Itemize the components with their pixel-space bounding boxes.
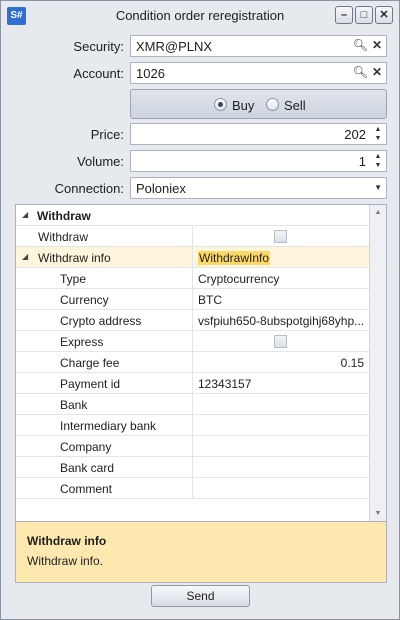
grid-divider: [192, 415, 193, 436]
property-label: Type: [60, 272, 87, 286]
property-value: BTC: [198, 293, 222, 307]
property-row-comment[interactable]: Comment: [16, 478, 370, 499]
property-row-bank[interactable]: Bank: [16, 394, 370, 415]
price-value: 202: [344, 127, 366, 142]
grid-divider: [192, 373, 193, 394]
chevron-up-icon[interactable]: ▲: [373, 125, 383, 134]
grid-scrollbar[interactable]: ▲ ▼: [369, 205, 386, 521]
property-label: Intermediary bank: [60, 419, 157, 433]
property-row-type[interactable]: Type Cryptocurrency: [16, 268, 370, 289]
grid-divider: [192, 268, 193, 289]
security-label: Security:: [73, 39, 124, 54]
connection-select[interactable]: Poloniex ▼: [130, 177, 387, 199]
search-icon[interactable]: 🔍︎: [353, 38, 368, 52]
property-label: Bank card: [60, 461, 115, 475]
description-title: Withdraw info: [27, 534, 107, 548]
property-label: Withdraw info: [38, 251, 111, 265]
sell-radio[interactable]: [266, 98, 279, 111]
property-label: Charge fee: [60, 356, 120, 370]
property-value-highlight: WithdrawInfo: [198, 251, 271, 265]
scroll-up-icon[interactable]: ▲: [370, 205, 386, 220]
grid-divider: [192, 478, 193, 499]
buy-radio[interactable]: [214, 98, 227, 111]
property-row-express[interactable]: Express: [16, 331, 370, 352]
account-value: 1026: [136, 66, 165, 81]
property-row-withdraw-info[interactable]: ◢ Withdraw info WithdrawInfo: [16, 247, 370, 268]
grid-divider: [192, 247, 193, 268]
chevron-up-icon[interactable]: ▲: [373, 152, 383, 161]
grid-divider: [192, 331, 193, 352]
title-bar: S# Condition order reregistration – □ ✕: [1, 1, 399, 31]
send-button[interactable]: Send: [151, 585, 250, 607]
close-icon: ✕: [379, 9, 389, 21]
account-label: Account:: [73, 66, 124, 81]
grid-divider: [192, 352, 193, 373]
expander-icon[interactable]: ◢: [22, 252, 28, 261]
property-label: Currency: [60, 293, 109, 307]
clear-icon[interactable]: ✕: [372, 65, 382, 79]
grid-divider: [192, 436, 193, 457]
property-label: Payment id: [60, 377, 121, 391]
property-label: Comment: [60, 482, 113, 496]
security-value: XMR@PLNX: [136, 39, 213, 54]
connection-value: Poloniex: [136, 181, 186, 196]
clear-icon[interactable]: ✕: [372, 38, 382, 52]
volume-stepper[interactable]: ▲ ▼: [373, 152, 383, 170]
scroll-down-icon[interactable]: ▼: [370, 506, 386, 521]
dropdown-arrow-icon[interactable]: ▼: [374, 183, 382, 192]
close-button[interactable]: ✕: [375, 6, 393, 24]
property-value: 12343157: [198, 377, 252, 391]
property-row-crypto-address[interactable]: Crypto address vsfpiuh650-8ubspotgihj68y…: [16, 310, 370, 331]
property-label: Withdraw: [38, 230, 89, 244]
buy-label[interactable]: Buy: [232, 98, 254, 113]
minimize-button[interactable]: –: [335, 6, 353, 24]
sell-label[interactable]: Sell: [284, 98, 306, 113]
price-stepper[interactable]: ▲ ▼: [373, 125, 383, 143]
property-row-company[interactable]: Company: [16, 436, 370, 457]
withdraw-checkbox[interactable]: [274, 230, 287, 243]
price-label: Price:: [90, 127, 124, 142]
grid-divider: [192, 226, 193, 247]
property-grid: ◢ Withdraw Withdraw ◢ Withdraw info With…: [15, 204, 387, 522]
connection-label: Connection:: [54, 181, 124, 196]
chevron-down-icon[interactable]: ▼: [373, 134, 383, 143]
category-label: Withdraw: [37, 209, 91, 223]
property-row-withdraw[interactable]: Withdraw: [16, 226, 370, 247]
description-panel: Withdraw info Withdraw info.: [15, 522, 387, 583]
property-value: 0.15: [340, 356, 364, 370]
maximize-button[interactable]: □: [355, 6, 373, 24]
security-field[interactable]: XMR@PLNX 🔍︎ ✕: [130, 35, 387, 57]
property-row-intermediary-bank[interactable]: Intermediary bank: [16, 415, 370, 436]
property-label: Company: [60, 440, 112, 454]
account-field[interactable]: 1026 🔍︎ ✕: [130, 62, 387, 84]
grid-divider: [192, 289, 193, 310]
property-value: Cryptocurrency: [198, 272, 280, 286]
property-row-payment-id[interactable]: Payment id 12343157: [16, 373, 370, 394]
express-checkbox[interactable]: [274, 335, 287, 348]
price-field[interactable]: 202 ▲ ▼: [130, 123, 387, 145]
grid-divider: [192, 310, 193, 331]
property-label: Express: [60, 335, 104, 349]
volume-value: 1: [358, 154, 366, 169]
side-selector: Buy Sell: [130, 89, 387, 119]
description-text: Withdraw info.: [27, 554, 104, 568]
property-value: vsfpiuh650-8ubspotgihj68yhp...: [198, 314, 365, 328]
category-withdraw[interactable]: ◢ Withdraw: [16, 205, 370, 226]
volume-field[interactable]: 1 ▲ ▼: [130, 150, 387, 172]
search-icon[interactable]: 🔍︎: [353, 65, 368, 79]
grid-divider: [192, 457, 193, 478]
minimize-icon: –: [340, 9, 348, 21]
grid-divider: [192, 394, 193, 415]
volume-label: Volume:: [77, 154, 124, 169]
maximize-icon: □: [360, 9, 368, 21]
property-value: WithdrawInfo: [198, 251, 366, 265]
property-label: Bank: [60, 398, 88, 412]
property-row-charge-fee[interactable]: Charge fee 0.15: [16, 352, 370, 373]
expander-icon[interactable]: ◢: [22, 210, 28, 219]
property-row-currency[interactable]: Currency BTC: [16, 289, 370, 310]
property-label: Crypto address: [60, 314, 142, 328]
chevron-down-icon[interactable]: ▼: [373, 161, 383, 170]
order-window: S# Condition order reregistration – □ ✕ …: [0, 0, 400, 620]
property-row-bank-card[interactable]: Bank card: [16, 457, 370, 478]
